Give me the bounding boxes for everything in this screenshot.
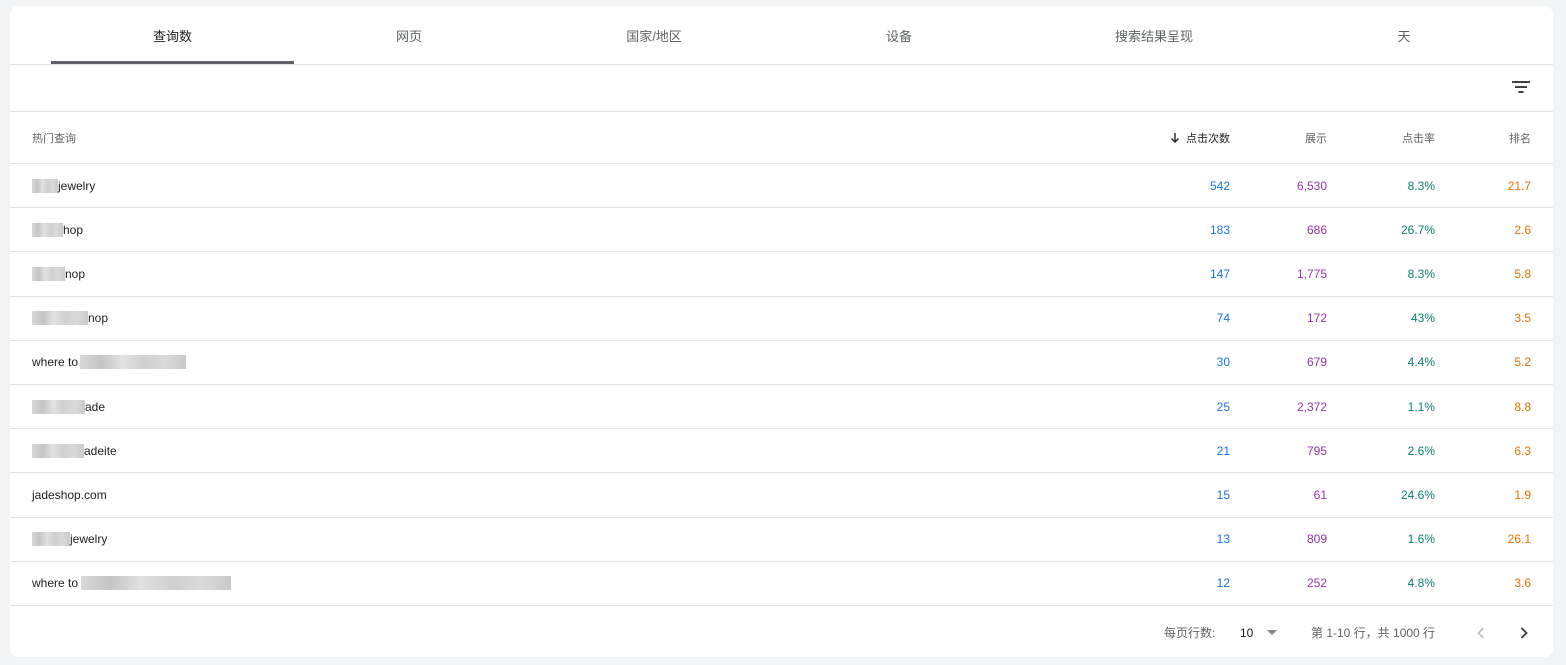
table-row[interactable]: adeite 21 795 2.6% 6.3 [10,429,1553,474]
table-row[interactable]: where to 12 252 4.8% 3.6 [10,562,1553,606]
redacted-text [32,399,85,414]
header-clicks[interactable]: 点击次数 [1070,112,1230,163]
caret-down-icon [1267,629,1278,636]
query-cell: ade [32,385,105,428]
tab-devices[interactable]: 设备 [784,6,1014,64]
table-pagination: 每页行数: 10 第 1-10 行，共 1000 行 [10,608,1553,657]
table-row[interactable]: nop 147 1,775 8.3% 5.8 [10,252,1553,297]
query-cell: nop [32,252,85,295]
dimension-tabs: 查询数 网页 国家/地区 设备 搜索结果呈现 天 [10,6,1553,65]
query-cell: jewelry [32,164,95,207]
clicks-cell: 21 [1216,443,1230,458]
position-cell: 3.5 [1514,311,1531,326]
impressions-cell: 1,775 [1296,266,1327,281]
clicks-cell: 30 [1216,355,1230,370]
redacted-text [32,443,84,458]
impressions-cell: 679 [1306,355,1327,370]
ctr-cell: 8.3% [1407,266,1435,281]
position-cell: 3.6 [1514,576,1531,591]
clicks-cell: 25 [1216,399,1230,414]
clicks-cell: 12 [1216,576,1230,591]
impressions-cell: 6,530 [1296,178,1327,193]
previous-page-button[interactable] [1475,608,1487,657]
clicks-cell: 542 [1209,178,1230,193]
table-row[interactable]: jewelry 13 809 1.6% 26.1 [10,518,1553,562]
tab-countries[interactable]: 国家/地区 [524,6,784,64]
query-cell: hop [32,208,83,251]
table-row[interactable]: jewelry 542 6,530 8.3% 21.7 [10,164,1553,209]
active-tab-indicator [51,61,294,64]
ctr-cell: 2.6% [1407,443,1435,458]
redacted-text [81,576,232,591]
performance-table-card: 查询数 网页 国家/地区 设备 搜索结果呈现 天 热门查询 点击次数 展示 点击… [10,6,1553,657]
header-position[interactable]: 排名 [1441,112,1531,163]
ctr-cell: 24.6% [1400,487,1435,502]
table-row[interactable]: hop 183 686 26.7% 2.6 [10,208,1553,253]
ctr-cell: 1.1% [1407,399,1435,414]
chevron-left-icon [1475,626,1487,640]
tab-dates[interactable]: 天 [1294,6,1514,64]
redacted-text [32,222,63,237]
redacted-text [32,311,88,326]
pagination-range: 第 1-10 行，共 1000 行 [1311,626,1436,640]
query-cell: nop [32,297,108,340]
rows-per-page-label: 每页行数: [1164,626,1216,640]
tab-search-appearance[interactable]: 搜索结果呈现 [1014,6,1294,64]
ctr-cell: 43% [1410,311,1435,326]
clicks-cell: 147 [1209,266,1230,281]
filter-bar [10,65,1553,112]
table-row[interactable]: where to 30 679 4.4% 5.2 [10,341,1553,385]
ctr-cell: 4.4% [1407,355,1435,370]
redacted-text [80,355,187,370]
query-cell: jadeshop.com [32,487,107,502]
position-cell: 2.6 [1514,222,1531,237]
position-cell: 21.7 [1507,178,1531,193]
redacted-text [32,266,65,281]
clicks-cell: 15 [1216,487,1230,502]
filter-icon[interactable] [1511,77,1531,97]
ctr-cell: 26.7% [1400,222,1435,237]
query-cell: jewelry [32,518,107,561]
ctr-cell: 4.8% [1407,576,1435,591]
position-cell: 1.9 [1514,487,1531,502]
tab-queries[interactable]: 查询数 [51,6,294,64]
impressions-cell: 686 [1306,222,1327,237]
position-cell: 6.3 [1514,443,1531,458]
impressions-cell: 172 [1306,311,1327,326]
rows-per-page-select[interactable]: 10 [1240,608,1278,657]
header-top-queries[interactable]: 热门查询 [32,112,76,163]
impressions-cell: 795 [1306,443,1327,458]
position-cell: 5.2 [1514,355,1531,370]
impressions-cell: 2,372 [1296,399,1327,414]
redacted-text [32,178,58,193]
impressions-cell: 61 [1313,487,1327,502]
query-cell: where to [32,562,232,605]
table-header: 热门查询 点击次数 展示 点击率 排名 [10,112,1553,164]
table-row[interactable]: ade 25 2,372 1.1% 8.8 [10,385,1553,430]
arrow-down-icon [1170,132,1180,144]
header-ctr[interactable]: 点击率 [1335,112,1435,163]
next-page-button[interactable] [1518,608,1530,657]
header-impressions[interactable]: 展示 [1237,112,1327,163]
position-cell: 8.8 [1514,399,1531,414]
position-cell: 26.1 [1507,532,1531,547]
query-cell: adeite [32,429,117,472]
chevron-right-icon [1518,626,1530,640]
query-cell: where to [32,341,187,384]
table-row[interactable]: nop 74 172 43% 3.5 [10,297,1553,341]
clicks-cell: 183 [1209,222,1230,237]
impressions-cell: 809 [1306,532,1327,547]
clicks-cell: 74 [1216,311,1230,326]
redacted-text [32,532,70,547]
table-row[interactable]: jadeshop.com 15 61 24.6% 1.9 [10,473,1553,518]
tab-pages[interactable]: 网页 [294,6,524,64]
position-cell: 5.8 [1514,266,1531,281]
table-body: jewelry 542 6,530 8.3% 21.7 hop 183 686 … [10,164,1553,606]
ctr-cell: 8.3% [1407,178,1435,193]
clicks-cell: 13 [1216,532,1230,547]
ctr-cell: 1.6% [1407,532,1435,547]
impressions-cell: 252 [1306,576,1327,591]
